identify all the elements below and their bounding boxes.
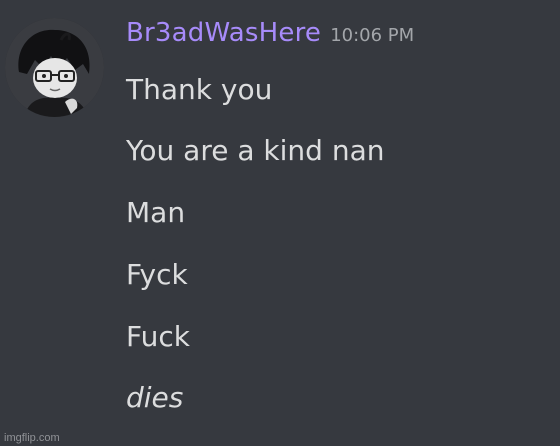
message-line-italic: dies — [126, 381, 184, 414]
message-line: Fyck — [126, 258, 188, 291]
message-group: Br3adWasHere 10:06 PM Thank you You are … — [0, 0, 560, 446]
watermark: imgflip.com — [4, 432, 60, 444]
username[interactable]: Br3adWasHere — [126, 18, 321, 48]
timestamp: 10:06 PM — [330, 25, 415, 46]
message-line: Man — [126, 196, 186, 229]
avatar-illustration — [5, 18, 104, 117]
message-header: Br3adWasHere 10:06 PM — [126, 18, 414, 48]
user-avatar-icon[interactable] — [5, 18, 104, 117]
message-line: You are a kind nan — [126, 134, 385, 167]
message-line: Thank you — [126, 73, 273, 106]
message-line: Fuck — [126, 320, 190, 353]
